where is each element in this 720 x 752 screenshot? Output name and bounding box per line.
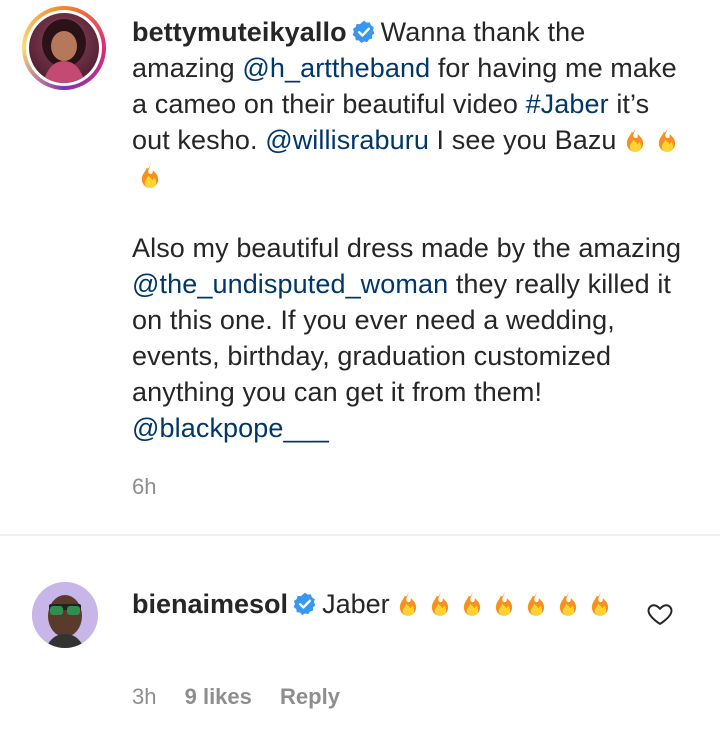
fire-emoji-icon xyxy=(658,127,675,152)
fire-group-2 xyxy=(390,589,614,619)
mention-h-arttheband[interactable]: @h_arttheband xyxy=(242,53,430,83)
avatar-portrait-icon xyxy=(42,19,86,83)
fire-emoji-icon xyxy=(463,591,480,616)
fire-emoji-icon xyxy=(141,163,159,188)
reply-button[interactable]: Reply xyxy=(280,684,340,709)
fire-emoji-icon xyxy=(399,591,416,616)
comment-2-username[interactable]: bienaimesol xyxy=(132,589,288,619)
hashtag-jaber[interactable]: #Jaber xyxy=(526,89,609,119)
mention-blackpope[interactable]: @blackpope___ xyxy=(132,413,329,443)
comment-1-timestamp: 6h xyxy=(132,474,157,499)
fire-emoji-icon xyxy=(591,591,608,616)
divider xyxy=(0,534,720,536)
likes-count-button[interactable]: 9 likes xyxy=(185,684,252,709)
avatar-bettymuteikyallo[interactable] xyxy=(29,13,99,83)
verified-badge-icon xyxy=(293,592,316,615)
fire-emoji-icon xyxy=(559,591,576,616)
mention-willisraburu[interactable]: @willisraburu xyxy=(265,125,429,155)
fire-emoji-icon xyxy=(527,591,544,616)
avatar-story-ring[interactable] xyxy=(22,6,106,90)
avatar-bienaimesol[interactable] xyxy=(32,582,98,648)
comment-1-text: I see you Bazu xyxy=(428,125,617,155)
comment-2-meta: 3h 9 likes Reply xyxy=(132,684,362,710)
verified-badge-icon xyxy=(352,20,375,43)
comment-1-text: Also my beautiful dress made by the amaz… xyxy=(132,233,682,263)
fire-emoji-icon xyxy=(431,591,448,616)
fire-emoji-icon xyxy=(495,591,512,616)
comment-1: bettymuteikyallo Wanna thank the amazing … xyxy=(132,14,692,446)
comment-2-timestamp: 3h xyxy=(132,684,157,709)
avatar-cartoon-icon xyxy=(32,582,98,648)
mention-the-undisputed-woman[interactable]: @the_undisputed_woman xyxy=(132,269,448,299)
fire-emoji-icon xyxy=(626,127,643,152)
comment-1-username[interactable]: bettymuteikyallo xyxy=(132,17,347,47)
comment-2-text: Jaber xyxy=(322,589,390,619)
comment-2: bienaimesol Jaber xyxy=(132,586,632,622)
heart-outline-icon[interactable] xyxy=(646,600,674,628)
avatar-ring-gap xyxy=(26,10,102,86)
